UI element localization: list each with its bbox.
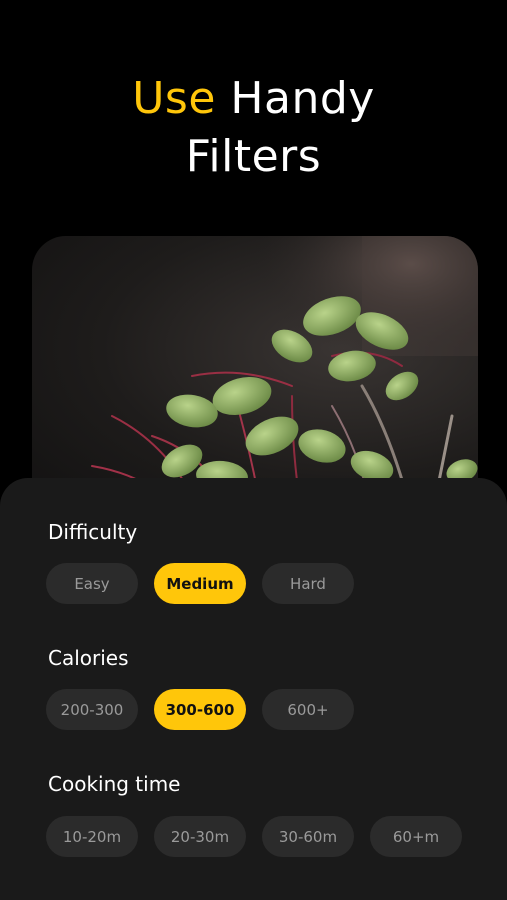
cooking-time-title: Cooking time [48,772,181,796]
cooking-time-chip-30-60m[interactable]: 30-60m [262,816,354,857]
headline-line-1-rest: Handy [230,73,375,124]
calories-chip-600-plus[interactable]: 600+ [262,689,354,730]
headline-line-2: Filters [185,131,322,182]
calories-title: Calories [48,646,129,670]
difficulty-chip-hard[interactable]: Hard [262,563,354,604]
cooking-time-chip-10-20m[interactable]: 10-20m [46,816,138,857]
difficulty-chips: Easy Medium Hard [46,563,354,604]
cooking-time-chips: 10-20m 20-30m 30-60m 60+m [46,816,462,857]
filters-sheet: Difficulty Easy Medium Hard Calories 200… [0,478,507,900]
headline-accent-word: Use [132,73,216,124]
difficulty-title: Difficulty [48,520,138,544]
calories-chips: 200-300 300-600 600+ [46,689,354,730]
food-photo [32,236,478,516]
cooking-time-chip-60-plus-m[interactable]: 60+m [370,816,462,857]
cooking-time-chip-20-30m[interactable]: 20-30m [154,816,246,857]
microgreens-illustration [32,236,478,516]
difficulty-chip-easy[interactable]: Easy [46,563,138,604]
calories-chip-300-600[interactable]: 300-600 [154,689,246,730]
calories-chip-200-300[interactable]: 200-300 [46,689,138,730]
headline-line-1: Use Handy [0,70,507,128]
promo-headline: Use Handy Filters [0,70,507,186]
difficulty-chip-medium[interactable]: Medium [154,563,246,604]
